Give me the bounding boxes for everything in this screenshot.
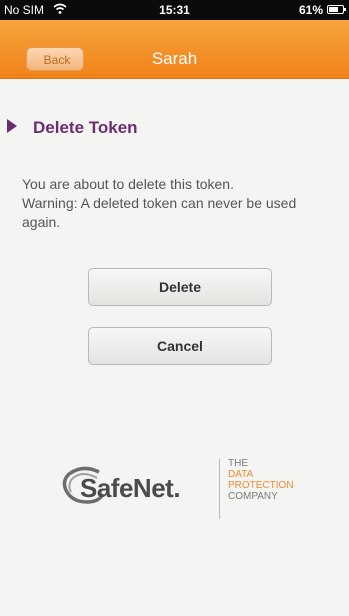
nav-title: Sarah (151, 49, 198, 68)
triangle-marker-icon (7, 119, 17, 133)
tagline-line-2: DATA (228, 469, 254, 480)
message-line-2: Warning: A deleted token can never be us… (22, 195, 297, 230)
section-title: Delete Token (33, 118, 138, 137)
delete-button[interactable]: Delete (88, 268, 272, 306)
cancel-button[interactable]: Cancel (88, 327, 272, 365)
section-header: Delete Token (0, 112, 349, 140)
screen: No SIM 15:31 61% Back Sarah Delete Token… (0, 0, 349, 616)
navigation-bar: Back Sarah (0, 20, 349, 79)
message-line-1: You are about to delete this token. (22, 176, 234, 192)
confirmation-message: You are about to delete this token. Warn… (22, 175, 338, 232)
brand-tagline: THE DATA PROTECTION COMPANY (228, 458, 294, 502)
logo-divider (219, 459, 220, 519)
battery-icon (327, 5, 346, 14)
safenet-branding: SafeNet. THE DATA PROTECTION COMPANY (48, 455, 328, 525)
tagline-line-4: COMPANY (228, 491, 278, 502)
status-time: 15:31 (159, 3, 190, 17)
tagline-line-1: THE (228, 458, 248, 469)
tagline-line-3: PROTECTION (228, 480, 294, 491)
battery-percentage: 61% (298, 3, 323, 17)
safenet-logo-text: SafeNet. (80, 473, 181, 503)
status-bar: No SIM 15:31 61% (0, 0, 349, 20)
